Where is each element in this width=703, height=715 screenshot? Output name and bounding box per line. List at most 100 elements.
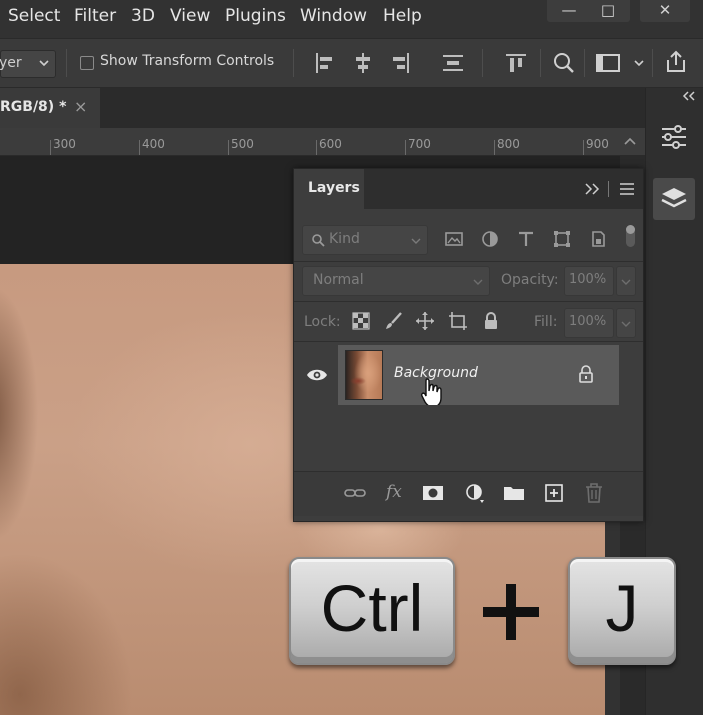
- menu-filter[interactable]: Filter: [74, 6, 116, 26]
- search-icon: [312, 234, 325, 247]
- new-group-folder-icon[interactable]: [503, 483, 525, 503]
- menu-3d[interactable]: 3D: [131, 6, 155, 26]
- close-tab-icon[interactable]: ×: [74, 97, 87, 116]
- lock-image-pixels-brush-icon[interactable]: [384, 311, 404, 331]
- filter-pixel-icon[interactable]: [444, 229, 464, 249]
- filter-adjustment-icon[interactable]: [480, 229, 500, 249]
- keycap-j: J: [568, 557, 676, 665]
- ruler-label: 800: [497, 137, 520, 151]
- layer-lock-icon[interactable]: [578, 365, 594, 383]
- workspace-icon[interactable]: [595, 50, 621, 76]
- lock-all-icon[interactable]: [482, 311, 500, 331]
- document-tab[interactable]: RGB/8) * ×: [0, 88, 100, 128]
- delete-layer-trash-icon[interactable]: [584, 482, 604, 504]
- ruler-tick: [583, 140, 584, 155]
- menu-view[interactable]: View: [170, 6, 210, 26]
- chevron-down-icon[interactable]: [634, 59, 644, 67]
- layers-tab[interactable]: Layers: [294, 169, 364, 209]
- link-layers-icon[interactable]: [344, 483, 366, 503]
- align-right-icon[interactable]: [387, 50, 413, 76]
- show-transform-label[interactable]: Show Transform Controls: [100, 53, 274, 69]
- filter-type-icon[interactable]: [516, 229, 536, 249]
- fill-value: 100%: [569, 314, 607, 329]
- adjustments-panel-button[interactable]: [653, 116, 695, 158]
- keycap-ctrl: Ctrl: [289, 557, 455, 665]
- lock-transparent-pixels-icon[interactable]: [352, 312, 370, 330]
- keycap-j-label: J: [605, 571, 639, 645]
- chevron-down-icon: [473, 279, 483, 285]
- layer-select-value: yer: [0, 55, 22, 71]
- blend-mode-dropdown[interactable]: Normal: [302, 266, 490, 296]
- filter-toggle-switch[interactable]: [626, 225, 635, 247]
- separator: [540, 49, 541, 77]
- lock-label: Lock:: [304, 314, 341, 330]
- close-window-button[interactable]: ✕: [640, 0, 690, 22]
- chevron-down-icon: [621, 279, 631, 285]
- document-tab-bar: RGB/8) * ×: [0, 88, 645, 128]
- search-icon[interactable]: [551, 50, 577, 76]
- ruler-label: 400: [142, 137, 165, 151]
- fill-dropdown[interactable]: [616, 308, 636, 338]
- lock-position-move-icon[interactable]: [415, 311, 435, 331]
- ruler-label: 900: [586, 137, 609, 151]
- layer-thumbnail: [345, 350, 383, 400]
- menu-help[interactable]: Help: [383, 6, 422, 26]
- plus-sign: +: [479, 580, 543, 644]
- separator: [66, 49, 67, 77]
- horizontal-ruler: 300 400 500 600 700 800 900: [0, 128, 645, 156]
- align-left-icon[interactable]: [312, 50, 338, 76]
- distribute-icon[interactable]: [440, 50, 466, 76]
- expand-double-chevron-icon[interactable]: [584, 183, 600, 195]
- panel-menu-icon[interactable]: [620, 183, 634, 195]
- chevron-down-icon: [39, 60, 49, 67]
- opacity-input[interactable]: 100%: [564, 266, 614, 296]
- filter-kind-label: Kind: [329, 231, 360, 247]
- layers-panel-button[interactable]: [653, 178, 695, 220]
- filter-shape-icon[interactable]: [552, 229, 572, 249]
- fill-input[interactable]: 100%: [564, 308, 614, 338]
- visibility-eye-icon[interactable]: [306, 367, 328, 383]
- opacity-dropdown[interactable]: [616, 266, 636, 296]
- new-layer-icon[interactable]: [544, 483, 564, 503]
- collapse-double-chevron-icon[interactable]: [682, 91, 696, 101]
- layers-panel-title: Layers: [308, 180, 360, 196]
- options-bar: yer Show Transform Controls: [0, 38, 703, 88]
- ruler-tick: [228, 140, 229, 155]
- ruler-tick: [405, 140, 406, 155]
- add-mask-icon[interactable]: [422, 483, 444, 503]
- show-transform-checkbox[interactable]: [80, 56, 94, 70]
- align-center-icon[interactable]: [350, 50, 376, 76]
- fill-label: Fill:: [534, 314, 558, 330]
- menu-plugins[interactable]: Plugins: [225, 6, 286, 26]
- maximize-button[interactable]: □: [586, 0, 630, 22]
- align-top-icon[interactable]: [503, 50, 529, 76]
- sliders-icon: [662, 125, 686, 149]
- share-icon[interactable]: [663, 49, 689, 75]
- menu-select[interactable]: Select: [8, 6, 60, 26]
- menu-bar: Select Filter 3D View Plugins Window Hel…: [0, 0, 703, 36]
- lock-artboard-icon[interactable]: [448, 311, 468, 331]
- divider: [294, 261, 643, 262]
- layers-icon: [661, 188, 687, 208]
- layers-panel-footer: fx: [294, 471, 643, 516]
- divider: [294, 301, 643, 302]
- separator: [293, 49, 294, 77]
- layer-row-background[interactable]: Background: [338, 345, 619, 408]
- separator: [584, 49, 585, 77]
- ruler-tick: [316, 140, 317, 155]
- separator: [608, 181, 609, 197]
- opacity-value: 100%: [569, 272, 607, 287]
- layers-panel: Layers Kind Normal Opacity: 100% Lock: F…: [293, 168, 644, 522]
- layers-panel-header: Layers: [294, 169, 643, 209]
- ruler-label: 500: [231, 137, 254, 151]
- minimize-button[interactable]: —: [547, 0, 591, 22]
- layer-select-dropdown[interactable]: yer: [0, 50, 56, 78]
- filter-smart-object-icon[interactable]: [588, 229, 608, 249]
- menu-window[interactable]: Window: [300, 6, 367, 26]
- new-adjustment-layer-icon[interactable]: [464, 482, 486, 504]
- layer-style-fx-icon[interactable]: fx: [386, 482, 402, 502]
- chevron-up-icon[interactable]: [624, 136, 636, 146]
- layers-list-empty-area: [294, 405, 643, 467]
- plus-icon: [483, 584, 539, 640]
- filter-kind-dropdown[interactable]: Kind: [302, 225, 428, 255]
